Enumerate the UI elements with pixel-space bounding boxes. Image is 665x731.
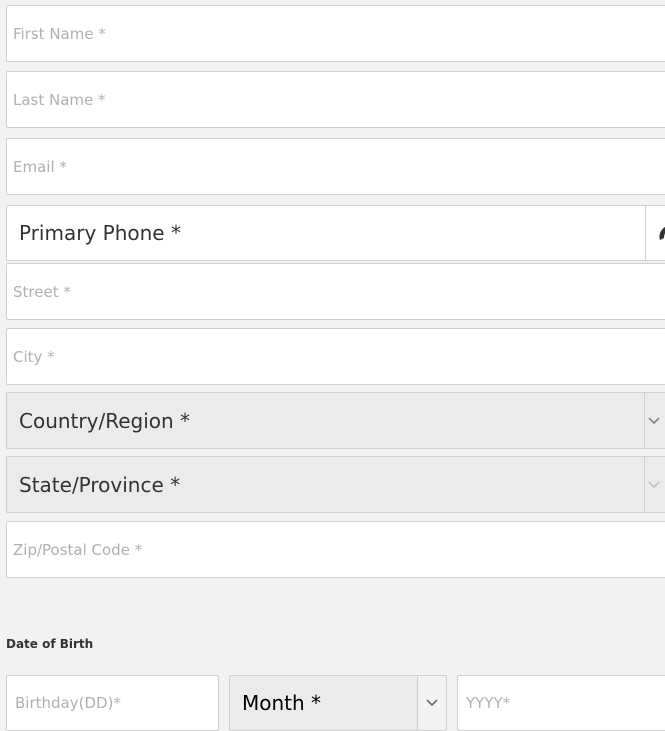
primary-phone-placeholder: Primary Phone * <box>19 221 181 245</box>
state-select[interactable]: State/Province * <box>6 456 665 513</box>
country-chevron-down-icon <box>644 393 663 448</box>
state-selected-value: State/Province * <box>19 472 181 497</box>
state-chevron-down-icon <box>644 457 663 512</box>
birthday-month-select[interactable]: Month * <box>229 675 447 731</box>
first-name-input[interactable]: First Name * <box>6 5 665 62</box>
country-select[interactable]: Country/Region * <box>6 392 665 449</box>
phone-icon <box>645 206 665 260</box>
last-name-placeholder: Last Name * <box>13 90 106 109</box>
birthday-year-input[interactable]: YYYY* <box>457 675 665 731</box>
primary-phone-input[interactable]: Primary Phone * <box>6 205 665 261</box>
city-placeholder: City * <box>13 347 55 366</box>
email-placeholder: Email * <box>13 157 67 176</box>
email-input[interactable]: Email * <box>6 138 665 195</box>
first-name-placeholder: First Name * <box>13 24 106 43</box>
last-name-input[interactable]: Last Name * <box>6 71 665 128</box>
street-placeholder: Street * <box>13 282 71 301</box>
zip-placeholder: Zip/Postal Code * <box>13 540 143 559</box>
country-selected-value: Country/Region * <box>19 408 191 433</box>
month-chevron-down-icon <box>417 676 446 730</box>
birthday-day-placeholder: Birthday(DD)* <box>15 694 121 712</box>
birthday-day-input[interactable]: Birthday(DD)* <box>6 675 219 731</box>
birthday-month-value: Month * <box>242 691 322 715</box>
birthday-year-placeholder: YYYY* <box>466 694 511 712</box>
city-input[interactable]: City * <box>6 328 665 385</box>
zip-input[interactable]: Zip/Postal Code * <box>6 521 665 578</box>
date-of-birth-title: Date of Birth <box>6 637 94 651</box>
street-input[interactable]: Street * <box>6 263 665 320</box>
